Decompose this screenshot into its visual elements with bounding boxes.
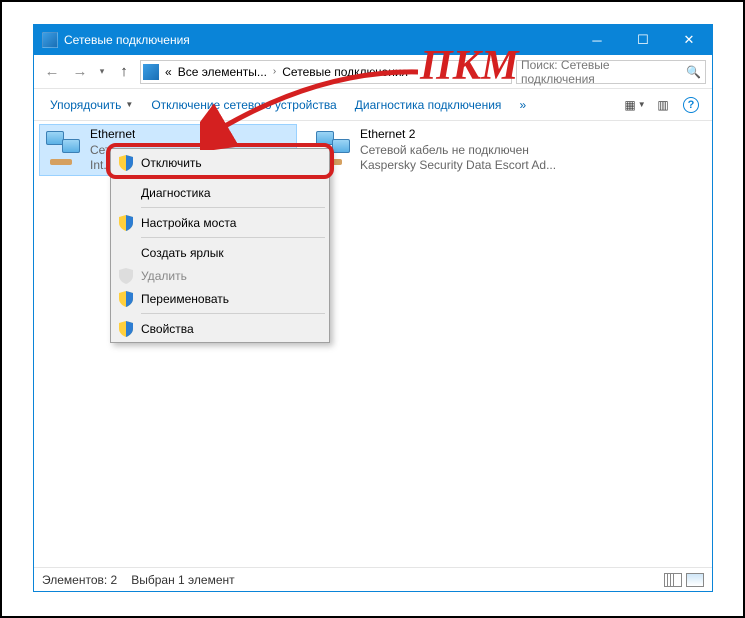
organize-button[interactable]: Упорядочить ▼ — [42, 94, 141, 116]
ctx-shortcut[interactable]: Создать ярлык — [113, 241, 327, 264]
organize-label: Упорядочить — [50, 98, 121, 112]
more-commands-button[interactable]: » — [511, 94, 534, 116]
breadcrumb[interactable]: « Все элементы... › Сетевые подключения … — [140, 60, 512, 84]
menu-separator — [141, 207, 325, 208]
search-input[interactable]: Поиск: Сетевые подключения 🔍 — [516, 60, 706, 84]
ctx-label: Удалить — [141, 269, 187, 283]
ctx-label: Свойства — [141, 322, 194, 336]
ctx-label: Настройка моста — [141, 216, 236, 230]
disable-device-button[interactable]: Отключение сетевого устройства — [143, 94, 344, 116]
view-options-button[interactable]: ▦▼ — [622, 93, 648, 117]
shield-icon — [119, 215, 133, 231]
shield-icon — [119, 291, 133, 307]
connection-name: Ethernet 2 — [360, 127, 556, 143]
help-icon: ? — [683, 97, 699, 113]
menu-separator — [141, 313, 325, 314]
breadcrumb-separator: › — [412, 66, 419, 77]
network-adapter-icon — [44, 129, 84, 169]
menu-separator — [141, 177, 325, 178]
connection-item-ethernet2[interactable]: Ethernet 2 Сетевой кабель не подключен K… — [310, 125, 566, 175]
help-button[interactable]: ? — [678, 93, 704, 117]
status-selected: Выбран 1 элемент — [131, 573, 234, 587]
breadcrumb-item-all[interactable]: Все элементы... — [176, 65, 269, 79]
ctx-bridge[interactable]: Настройка моста — [113, 211, 327, 234]
location-icon — [143, 64, 159, 80]
search-icon[interactable]: 🔍 — [686, 65, 701, 79]
maximize-button[interactable]: ☐ — [620, 25, 666, 55]
connection-name: Ethernet — [90, 127, 135, 143]
connection-device: Kaspersky Security Data Escort Ad... — [360, 158, 556, 174]
window-title: Сетевые подключения — [64, 33, 574, 47]
shield-icon — [119, 321, 133, 337]
connection-text: Ethernet 2 Сетевой кабель не подключен K… — [360, 127, 556, 174]
content-area[interactable]: Ethernet Сеть Int... Ethernet 2 Сетевой … — [34, 121, 712, 567]
menu-separator — [141, 237, 325, 238]
window-icon — [42, 32, 58, 48]
shield-icon — [119, 268, 133, 284]
context-menu: Отключить Диагностика Настройка моста Со… — [110, 148, 330, 343]
status-item-count: Элементов: 2 — [42, 573, 117, 587]
preview-pane-button[interactable]: ▥ — [650, 93, 676, 117]
shield-icon — [119, 155, 133, 171]
history-dropdown[interactable]: ▾ — [96, 66, 108, 77]
search-placeholder: Поиск: Сетевые подключения — [521, 58, 686, 86]
ctx-delete: Удалить — [113, 264, 327, 287]
ctx-label: Переименовать — [141, 292, 229, 306]
minimize-button[interactable]: ─ — [574, 25, 620, 55]
ctx-label: Отключить — [141, 156, 202, 170]
address-bar: ← → ▾ ↑ « Все элементы... › Сетевые подк… — [34, 55, 712, 89]
breadcrumb-separator: › — [271, 66, 278, 77]
view-details-button[interactable] — [664, 573, 682, 587]
close-button[interactable]: ✕ — [666, 25, 712, 55]
breadcrumb-item-current[interactable]: Сетевые подключения — [280, 65, 410, 79]
view-large-icons-button[interactable] — [686, 573, 704, 587]
ctx-disable[interactable]: Отключить — [113, 151, 327, 174]
network-connections-window: Сетевые подключения ─ ☐ ✕ ← → ▾ ↑ « Все … — [33, 24, 713, 592]
breadcrumb-prefix: « — [163, 65, 174, 79]
up-button[interactable]: ↑ — [112, 60, 136, 84]
ctx-properties[interactable]: Свойства — [113, 317, 327, 340]
status-bar: Элементов: 2 Выбран 1 элемент — [34, 567, 712, 591]
toolbar: Упорядочить ▼ Отключение сетевого устрой… — [34, 89, 712, 121]
titlebar: Сетевые подключения ─ ☐ ✕ — [34, 25, 712, 55]
ctx-rename[interactable]: Переименовать — [113, 287, 327, 310]
forward-button[interactable]: → — [68, 60, 92, 84]
chevron-down-icon: ▼ — [125, 100, 133, 109]
diagnose-button[interactable]: Диагностика подключения — [347, 94, 510, 116]
connection-status: Сетевой кабель не подключен — [360, 143, 556, 159]
back-button[interactable]: ← — [40, 60, 64, 84]
ctx-diagnose[interactable]: Диагностика — [113, 181, 327, 204]
